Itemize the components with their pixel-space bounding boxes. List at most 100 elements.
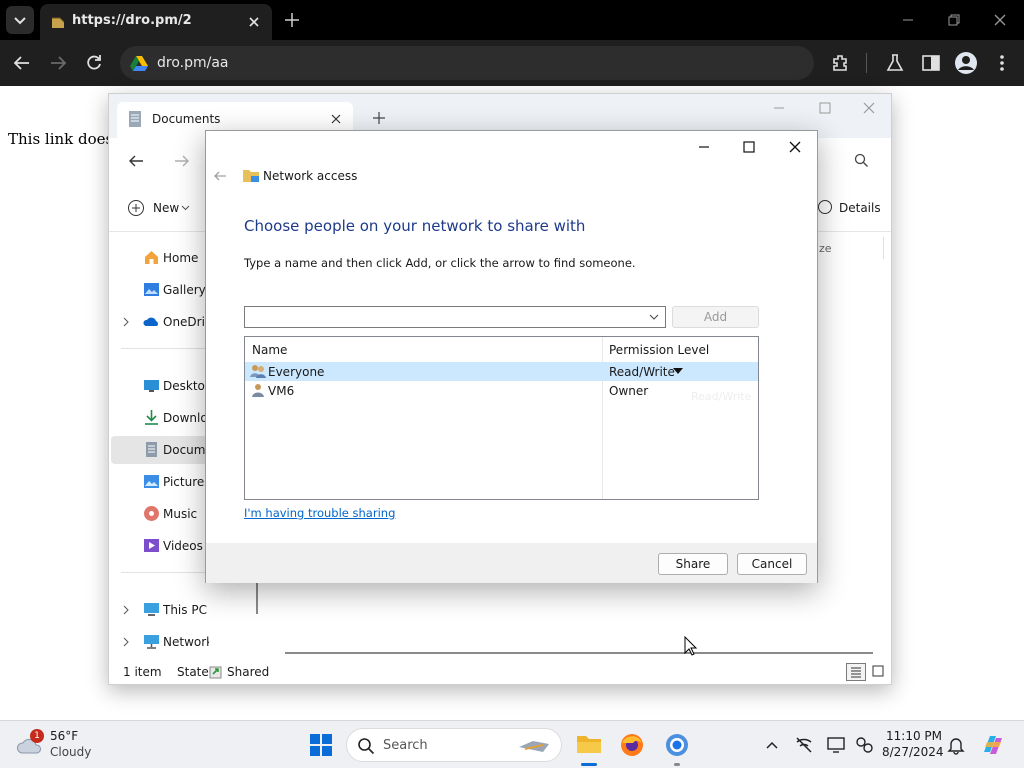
dialog-breadcrumb: Network access <box>263 169 358 183</box>
back-arrow-icon[interactable] <box>212 168 228 184</box>
gallery-icon <box>144 283 159 296</box>
users-group-icon <box>250 365 266 378</box>
address-text[interactable]: dro.pm/aa <box>157 55 229 71</box>
home-icon <box>145 251 158 264</box>
share-list: Name Permission Level Everyone Read/Writ… <box>244 336 759 500</box>
maximize-icon[interactable] <box>817 100 833 116</box>
file-explorer-taskbar-button[interactable] <box>574 727 604 766</box>
chevron-up-icon[interactable] <box>764 737 780 753</box>
firefox-icon[interactable] <box>620 733 644 757</box>
close-icon[interactable] <box>787 139 803 155</box>
close-icon[interactable] <box>246 14 262 30</box>
list-item[interactable]: VM6 Owner <box>245 381 758 400</box>
permission-dropdown[interactable]: Read/Write <box>609 362 699 381</box>
browser-tab[interactable]: https://dro.pm/2 <box>40 4 272 40</box>
new-button[interactable]: New <box>127 198 197 220</box>
permission-column-header[interactable]: Permission Level <box>609 343 709 357</box>
list-view-icon <box>851 667 861 678</box>
chevron-down-icon <box>181 205 190 211</box>
user-name: VM6 <box>268 384 295 398</box>
chevron-right-icon[interactable] <box>121 605 131 615</box>
new-tab-icon[interactable] <box>371 110 387 126</box>
close-window-icon[interactable] <box>992 12 1008 28</box>
nav-item-this-pc[interactable]: This PC <box>111 596 257 624</box>
explorer-status-bar: 1 item State: Shared <box>109 660 891 684</box>
dialog-heading: Choose people on your network to share w… <box>244 217 586 235</box>
extensions-icon[interactable] <box>830 52 852 74</box>
windows-start-icon[interactable] <box>309 733 333 757</box>
back-icon[interactable] <box>127 152 145 170</box>
search-placeholder: Search <box>383 738 428 753</box>
documents-icon <box>146 442 157 457</box>
name-input[interactable] <box>247 308 643 326</box>
ghost-permission-text: Read/Write <box>691 390 752 403</box>
nav-pane-scrollbar[interactable] <box>256 580 258 614</box>
minimize-icon[interactable] <box>771 100 787 116</box>
details-view-button[interactable] <box>846 663 866 681</box>
cancel-button[interactable]: Cancel <box>737 553 807 575</box>
copilot-icon[interactable] <box>980 732 1006 758</box>
horizontal-scrollbar[interactable] <box>285 652 873 654</box>
network-disconnected-icon[interactable] <box>794 735 814 755</box>
taskbar-search[interactable]: Search <box>346 728 562 762</box>
shared-icon <box>209 666 222 679</box>
column-divider <box>883 237 884 259</box>
close-tab-icon[interactable] <box>329 112 343 126</box>
restore-icon[interactable] <box>946 12 962 28</box>
nav-item-network[interactable]: Network <box>111 628 257 656</box>
browser-tab-strip: https://dro.pm/2 <box>0 0 1024 40</box>
address-bar[interactable]: dro.pm/aa <box>120 46 814 80</box>
plus-circle-icon <box>128 200 144 216</box>
add-button[interactable]: Add <box>672 306 759 328</box>
clock[interactable]: 11:10 PM 8/27/2024 <box>882 727 944 763</box>
close-window-icon[interactable] <box>861 100 877 116</box>
share-button[interactable]: Share <box>658 553 728 575</box>
display-icon[interactable] <box>826 735 846 755</box>
user-name: Everyone <box>268 365 325 379</box>
new-label: New <box>153 201 180 215</box>
profile-avatar-icon[interactable] <box>954 51 978 75</box>
accessibility-icon[interactable] <box>854 735 874 755</box>
download-icon <box>145 410 158 425</box>
desktop-icon <box>144 380 159 392</box>
tab-search-button[interactable] <box>6 6 34 34</box>
chevron-down-icon[interactable] <box>649 314 659 321</box>
browser-tab-title: https://dro.pm/2 <box>72 13 192 28</box>
back-icon[interactable] <box>12 53 32 73</box>
info-icon <box>818 200 832 214</box>
drive-site-icon <box>130 56 148 71</box>
weather-widget[interactable]: 1 56°F Cloudy <box>14 725 124 765</box>
chevron-right-icon[interactable] <box>121 637 131 647</box>
side-panel-icon[interactable] <box>920 52 942 74</box>
mouse-cursor-icon <box>684 636 698 656</box>
forward-icon[interactable] <box>173 152 191 170</box>
chrome-taskbar-button[interactable] <box>662 727 692 766</box>
list-item[interactable]: Everyone Read/Write <box>245 362 758 381</box>
minimize-icon[interactable] <box>900 12 916 28</box>
trouble-sharing-link[interactable]: I'm having trouble sharing <box>244 506 395 520</box>
computer-icon <box>144 603 159 616</box>
maximize-icon[interactable] <box>741 139 757 155</box>
pictures-icon <box>144 475 159 488</box>
minimize-icon[interactable] <box>696 139 712 155</box>
clock-date: 8/27/2024 <box>882 745 944 759</box>
network-icon <box>144 635 159 649</box>
search-icon[interactable] <box>853 152 869 168</box>
new-tab-icon[interactable] <box>282 10 302 30</box>
details-button[interactable]: Details <box>817 198 887 220</box>
chevron-right-icon[interactable] <box>121 317 131 327</box>
running-indicator <box>674 763 680 766</box>
tiles-view-button[interactable] <box>869 663 889 681</box>
name-column-header[interactable]: Name <box>252 343 287 357</box>
labs-flask-icon[interactable] <box>884 52 906 74</box>
forward-icon[interactable] <box>48 53 68 73</box>
active-indicator <box>581 763 597 766</box>
badge-count: 1 <box>34 731 40 741</box>
more-menu-icon[interactable] <box>992 52 1012 74</box>
size-column-header[interactable]: ze <box>819 242 832 255</box>
reload-icon[interactable] <box>84 53 104 73</box>
explorer-tab-title: Documents <box>152 112 221 126</box>
dropdown-arrow-icon <box>673 368 683 374</box>
notification-bell-icon[interactable] <box>946 735 966 755</box>
name-combobox[interactable] <box>244 306 666 328</box>
